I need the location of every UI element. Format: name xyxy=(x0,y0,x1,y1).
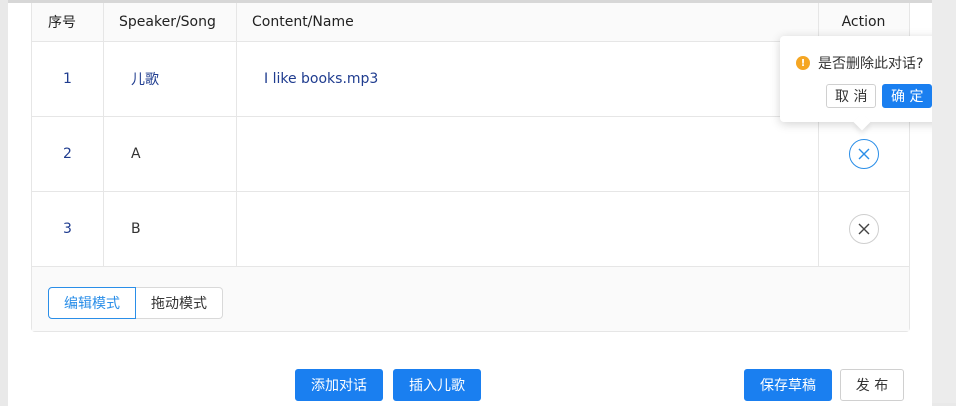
delete-confirm-popover: ! 是否删除此对话? 取 消 确 定 xyxy=(780,36,945,131)
row-speaker[interactable]: A xyxy=(103,117,236,191)
row-content[interactable] xyxy=(236,117,818,191)
column-divider xyxy=(236,3,237,266)
popover-message-text: 是否删除此对话? xyxy=(818,56,924,72)
drag-mode-button[interactable]: 拖动模式 xyxy=(136,287,223,319)
edit-mode-button[interactable]: 编辑模式 xyxy=(48,287,136,319)
insert-song-button[interactable]: 插入儿歌 xyxy=(393,369,481,401)
row-content[interactable]: I like books.mp3 xyxy=(236,42,818,116)
header-content: Content/Name xyxy=(252,14,354,30)
add-dialog-button[interactable]: 添加对话 xyxy=(295,369,383,401)
popover-message: ! 是否删除此对话? xyxy=(796,53,923,73)
save-draft-button[interactable]: 保存草稿 xyxy=(744,369,832,401)
delete-row-button[interactable] xyxy=(848,139,879,169)
header-speaker: Speaker/Song xyxy=(119,14,216,30)
close-icon xyxy=(858,223,869,235)
table-row[interactable]: 2 A xyxy=(32,117,909,192)
row-no: 3 xyxy=(63,221,72,237)
delete-row-button[interactable] xyxy=(848,214,879,244)
table-row[interactable]: 3 B xyxy=(32,192,909,267)
table-header: 序号 Speaker/Song Content/Name Action xyxy=(32,3,909,42)
row-speaker[interactable]: B xyxy=(103,192,236,266)
row-no: 2 xyxy=(63,146,72,162)
exclamation-icon: ! xyxy=(796,56,810,70)
header-no: 序号 xyxy=(48,15,76,31)
row-content[interactable] xyxy=(236,192,818,266)
row-speaker[interactable]: 儿歌 xyxy=(103,42,236,116)
row-action xyxy=(818,192,909,266)
row-no: 1 xyxy=(63,71,72,87)
table-footer: 编辑模式 拖动模式 xyxy=(32,267,909,331)
publish-button[interactable]: 发 布 xyxy=(840,369,904,401)
table-row[interactable]: 1 儿歌 I like books.mp3 xyxy=(32,42,909,117)
popover-cancel-button[interactable]: 取 消 xyxy=(826,84,877,108)
popover-ok-button[interactable]: 确 定 xyxy=(882,84,933,108)
mode-switch: 编辑模式 拖动模式 xyxy=(48,287,223,319)
dialog-table: 序号 Speaker/Song Content/Name Action 1 儿歌… xyxy=(31,3,910,332)
close-icon xyxy=(858,148,869,160)
column-divider xyxy=(103,3,104,266)
page-scrollbar-track[interactable] xyxy=(932,0,956,403)
